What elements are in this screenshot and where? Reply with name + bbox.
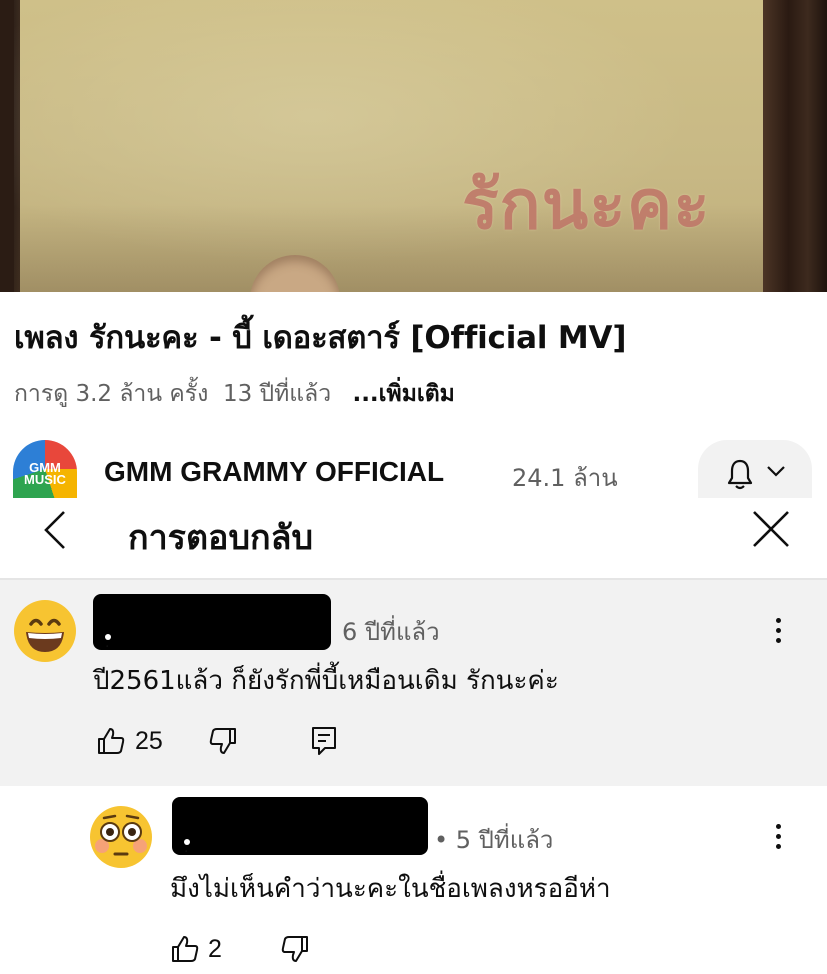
channel-row: GMM MUSIC GMM GRAMMY OFFICIAL 24.1 ล้าน — [0, 440, 827, 498]
comment-reply: . • 5 ปีที่แล้ว มึงไม่เห็นคำว่านะคะในชื่… — [0, 788, 827, 974]
dislike-icon[interactable] — [280, 934, 310, 964]
replies-panel-header: การตอบกลับ — [0, 498, 827, 580]
comment-thread-main: . 6 ปีที่แล้ว ปี2561แล้ว ก็ยังรักพี่บี้เ… — [0, 580, 827, 786]
panel-title: การตอบกลับ — [128, 518, 314, 558]
reply-icon[interactable] — [311, 726, 337, 756]
comment-time: 6 ปีที่แล้ว — [342, 618, 440, 646]
video-player[interactable]: รักนะคะ — [0, 0, 827, 292]
upload-age: 13 ปีที่แล้ว — [222, 381, 332, 407]
close-icon[interactable] — [750, 508, 792, 550]
video-border-left — [0, 0, 14, 292]
like-icon[interactable] — [170, 934, 200, 964]
video-border-right — [763, 0, 827, 292]
more-link[interactable]: ...เพิ่มเติม — [352, 381, 454, 407]
comment-time: • 5 ปีที่แล้ว — [434, 826, 554, 854]
chevron-left-icon[interactable] — [38, 508, 78, 552]
flushed-face-emoji-icon[interactable] — [88, 804, 154, 870]
subscribe-notification-button[interactable] — [698, 440, 812, 498]
dislike-icon[interactable] — [208, 726, 238, 756]
bell-icon — [727, 459, 753, 490]
view-count: การดู 3.2 ล้าน ครั้ง — [14, 381, 209, 407]
like-icon[interactable] — [96, 726, 126, 756]
redacted-author-name: . — [172, 797, 428, 856]
channel-avatar[interactable]: GMM MUSIC — [13, 440, 77, 498]
subscriber-count: 24.1 ล้าน — [512, 464, 618, 492]
chevron-down-icon — [767, 466, 785, 477]
like-count: 2 — [208, 935, 222, 963]
channel-name[interactable]: GMM GRAMMY OFFICIAL — [104, 456, 444, 488]
like-count: 25 — [135, 727, 163, 755]
video-overlay-text: รักนะคะ — [462, 166, 711, 245]
grinning-face-emoji-icon[interactable] — [12, 598, 78, 664]
redacted-author-name: . — [93, 594, 331, 651]
more-options-icon[interactable] — [773, 618, 783, 648]
comment-text: ปี2561แล้ว ก็ยังรักพี่บี้เหมือนเดิม รักน… — [93, 666, 559, 696]
more-options-icon[interactable] — [773, 824, 783, 854]
video-meta: การดู 3.2 ล้าน ครั้ง 13 ปีที่แล้ว ...เพิ… — [14, 376, 455, 412]
comment-text: มึงไม่เห็นคำว่านะคะในชื่อเพลงหรออีห่า — [170, 874, 611, 904]
video-title: เพลง รักนะคะ - บี้ เดอะสตาร์ [Official M… — [14, 320, 627, 356]
